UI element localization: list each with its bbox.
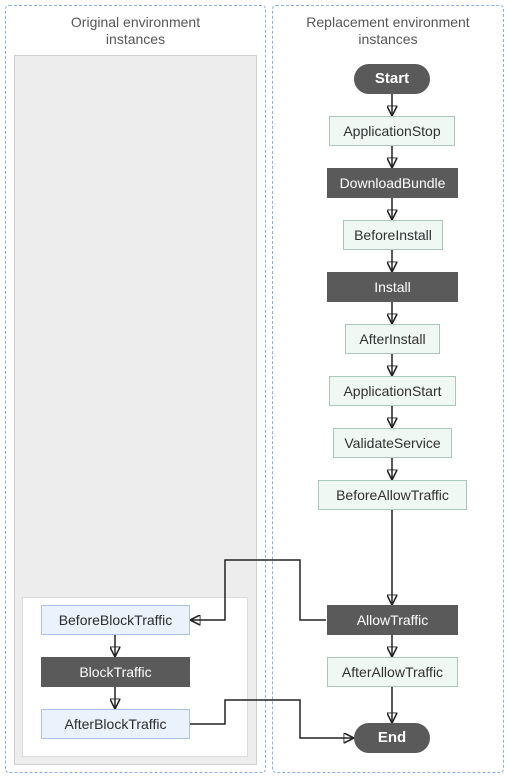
node-allow-traffic: AllowTraffic <box>327 605 458 635</box>
node-install: Install <box>327 272 458 302</box>
node-after-block-traffic: AfterBlockTraffic <box>41 709 190 739</box>
panel-original-title: Original environmentinstances <box>6 6 265 48</box>
node-application-stop: ApplicationStop <box>329 116 455 146</box>
node-validate-service: ValidateService <box>333 428 452 458</box>
node-application-start: ApplicationStart <box>329 376 456 406</box>
node-end: End <box>354 723 430 753</box>
panel-replacement-title: Replacement environmentinstances <box>273 6 503 48</box>
node-block-traffic: BlockTraffic <box>41 657 190 687</box>
node-before-install: BeforeInstall <box>343 220 443 250</box>
node-after-allow-traffic: AfterAllowTraffic <box>327 657 458 687</box>
node-download-bundle: DownloadBundle <box>327 168 458 198</box>
node-start: Start <box>354 64 430 94</box>
node-before-allow-traffic: BeforeAllowTraffic <box>318 480 467 510</box>
node-before-block-traffic: BeforeBlockTraffic <box>41 605 190 635</box>
node-after-install: AfterInstall <box>345 324 440 354</box>
